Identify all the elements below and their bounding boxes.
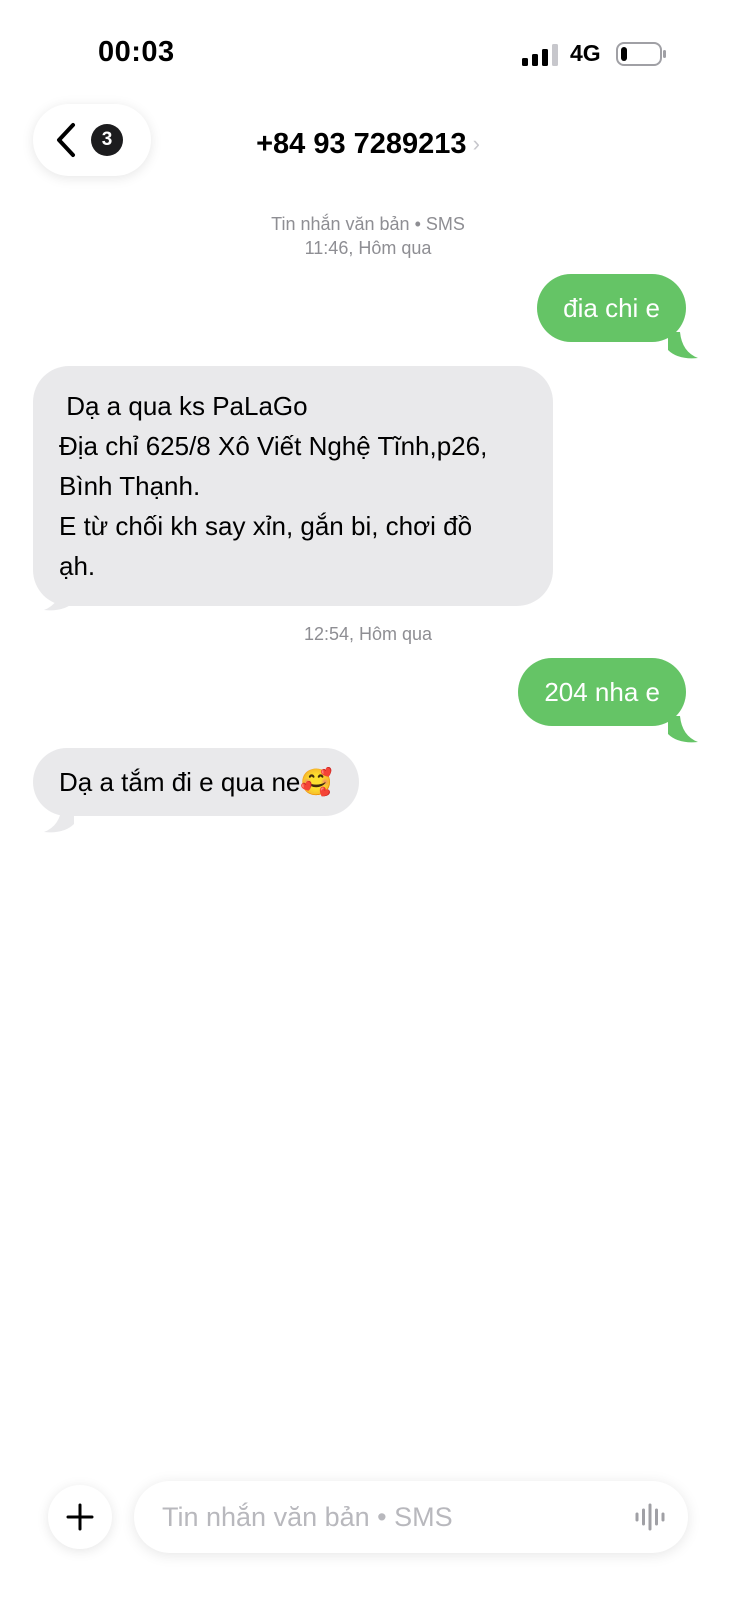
outgoing-message[interactable]: đia chi e xyxy=(537,274,686,342)
bubble-tail xyxy=(668,716,698,743)
status-bar: 00:03 4G xyxy=(0,0,736,100)
message-text: 204 nha e xyxy=(544,677,660,707)
message-text: Dạ a tắm đi e qua ne🥰 xyxy=(59,767,333,797)
battery-icon xyxy=(616,42,666,66)
status-time: 00:03 xyxy=(98,36,175,68)
chevron-right-icon: › xyxy=(472,131,480,156)
message-line: Bình Thạnh. xyxy=(59,471,201,501)
message-line: E từ chối kh say xỉn, gắn bi, chơi đồ xyxy=(59,511,473,541)
contact-number: +84 93 7289213 xyxy=(256,128,467,160)
message-line: Địa chỉ 625/8 Xô Viết Nghệ Tĩnh,p26, xyxy=(59,431,488,461)
message-line: Dạ a qua ks PaLaGo xyxy=(59,391,308,421)
cellular-signal-icon xyxy=(522,44,558,66)
bubble-tail xyxy=(668,332,698,359)
message-text: đia chi e xyxy=(563,293,660,323)
incoming-message[interactable]: Dạ a tắm đi e qua ne🥰 xyxy=(33,748,359,816)
plus-icon xyxy=(66,1503,94,1531)
incoming-message[interactable]: Dạ a qua ks PaLaGo Địa chỉ 625/8 Xô Viết… xyxy=(33,366,553,606)
message-line: ạh. xyxy=(59,551,96,581)
bubble-tail xyxy=(44,584,74,611)
waveform-icon[interactable] xyxy=(634,1503,666,1531)
network-type: 4G xyxy=(570,40,601,66)
bubble-tail xyxy=(44,806,74,833)
message-timestamp: 12:54, Hôm qua xyxy=(303,624,433,644)
contact-header[interactable]: +84 93 7289213 › xyxy=(0,128,736,161)
message-type-label: Tin nhắn văn bản • SMS xyxy=(271,214,465,234)
message-input[interactable] xyxy=(162,1481,602,1553)
add-attachment-button[interactable] xyxy=(48,1485,112,1549)
outgoing-message[interactable]: 204 nha e xyxy=(518,658,686,726)
message-timestamp: 11:46, Hôm qua xyxy=(304,238,432,258)
message-composer[interactable] xyxy=(134,1481,688,1553)
